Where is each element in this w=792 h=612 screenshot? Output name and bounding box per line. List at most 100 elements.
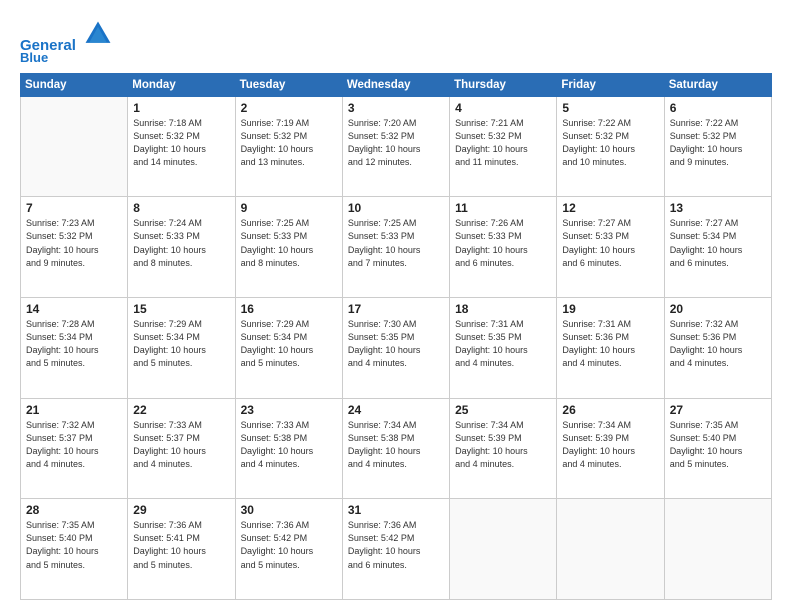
calendar-cell: 7 Sunrise: 7:23 AMSunset: 5:32 PMDaylight… bbox=[21, 197, 128, 298]
calendar-cell: 14Sunrise: 7:28 AMSunset: 5:34 PMDayligh… bbox=[21, 298, 128, 399]
day-info: Sunrise: 7:29 AMSunset: 5:34 PMDaylight:… bbox=[241, 318, 337, 370]
calendar-cell: 15 Sunrise: 7:29 AMSunset: 5:34 PMDayligh… bbox=[128, 298, 235, 399]
day-info: Sunrise: 7:25 AMSunset: 5:33 PMDaylight:… bbox=[348, 217, 444, 269]
calendar-cell: 11Sunrise: 7:26 AMSunset: 5:33 PMDayligh… bbox=[450, 197, 557, 298]
day-number: 24 bbox=[348, 403, 444, 417]
calendar-cell: 29 Sunrise: 7:36 AMSunset: 5:41 PMDayligh… bbox=[128, 499, 235, 600]
day-info: Sunrise: 7:26 AMSunset: 5:33 PMDaylight:… bbox=[455, 217, 551, 269]
page: General Blue SundayMondayTuesdayWednesda… bbox=[0, 0, 792, 612]
calendar-cell: 20 Sunrise: 7:32 AMSunset: 5:36 PMDayligh… bbox=[664, 298, 771, 399]
day-number: 13 bbox=[670, 201, 766, 215]
day-info: Sunrise: 7:22 AMSunset: 5:32 PMDaylight:… bbox=[562, 117, 658, 169]
day-info: Sunrise: 7:31 AMSunset: 5:35 PMDaylight:… bbox=[455, 318, 551, 370]
day-number: 9 bbox=[241, 201, 337, 215]
calendar-cell: 24 Sunrise: 7:34 AMSunset: 5:38 PMDayligh… bbox=[342, 398, 449, 499]
day-number: 2 bbox=[241, 101, 337, 115]
calendar-cell: 27 Sunrise: 7:35 AMSunset: 5:40 PMDayligh… bbox=[664, 398, 771, 499]
header: General Blue bbox=[20, 18, 772, 65]
calendar-cell: 23 Sunrise: 7:33 AMSunset: 5:38 PMDayligh… bbox=[235, 398, 342, 499]
day-number: 27 bbox=[670, 403, 766, 417]
day-number: 8 bbox=[133, 201, 229, 215]
day-number: 28 bbox=[26, 503, 122, 517]
calendar-week-row: 21Sunrise: 7:32 AMSunset: 5:37 PMDayligh… bbox=[21, 398, 772, 499]
calendar-cell: 28 Sunrise: 7:35 AMSunset: 5:40 PMDayligh… bbox=[21, 499, 128, 600]
calendar-cell: 25 Sunrise: 7:34 AMSunset: 5:39 PMDayligh… bbox=[450, 398, 557, 499]
calendar-cell: 16 Sunrise: 7:29 AMSunset: 5:34 PMDayligh… bbox=[235, 298, 342, 399]
calendar-cell: 1 Sunrise: 7:18 AMSunset: 5:32 PMDaylight… bbox=[128, 96, 235, 197]
calendar-cell: 30Sunrise: 7:36 AMSunset: 5:42 PMDayligh… bbox=[235, 499, 342, 600]
day-number: 16 bbox=[241, 302, 337, 316]
calendar-cell: 4Sunrise: 7:21 AMSunset: 5:32 PMDaylight… bbox=[450, 96, 557, 197]
day-number: 3 bbox=[348, 101, 444, 115]
day-info: Sunrise: 7:34 AMSunset: 5:39 PMDaylight:… bbox=[562, 419, 658, 471]
day-info: Sunrise: 7:35 AMSunset: 5:40 PMDaylight:… bbox=[26, 519, 122, 571]
calendar-cell: 26 Sunrise: 7:34 AMSunset: 5:39 PMDayligh… bbox=[557, 398, 664, 499]
day-info: Sunrise: 7:33 AMSunset: 5:38 PMDaylight:… bbox=[241, 419, 337, 471]
day-info: Sunrise: 7:34 AMSunset: 5:39 PMDaylight:… bbox=[455, 419, 551, 471]
weekday-header-sunday: Sunday bbox=[21, 73, 128, 96]
calendar-cell bbox=[557, 499, 664, 600]
calendar-cell: 9 Sunrise: 7:25 AMSunset: 5:33 PMDaylight… bbox=[235, 197, 342, 298]
day-number: 5 bbox=[562, 101, 658, 115]
day-number: 6 bbox=[670, 101, 766, 115]
day-number: 25 bbox=[455, 403, 551, 417]
calendar-week-row: 14Sunrise: 7:28 AMSunset: 5:34 PMDayligh… bbox=[21, 298, 772, 399]
day-info: Sunrise: 7:32 AMSunset: 5:37 PMDaylight:… bbox=[26, 419, 122, 471]
day-info: Sunrise: 7:19 AMSunset: 5:32 PMDaylight:… bbox=[241, 117, 337, 169]
day-number: 30 bbox=[241, 503, 337, 517]
weekday-header-friday: Friday bbox=[557, 73, 664, 96]
calendar-cell: 12 Sunrise: 7:27 AMSunset: 5:33 PMDayligh… bbox=[557, 197, 664, 298]
calendar-cell: 31Sunrise: 7:36 AMSunset: 5:42 PMDayligh… bbox=[342, 499, 449, 600]
day-number: 1 bbox=[133, 101, 229, 115]
day-number: 23 bbox=[241, 403, 337, 417]
day-number: 31 bbox=[348, 503, 444, 517]
calendar-week-row: 28 Sunrise: 7:35 AMSunset: 5:40 PMDayligh… bbox=[21, 499, 772, 600]
day-info: Sunrise: 7:33 AMSunset: 5:37 PMDaylight:… bbox=[133, 419, 229, 471]
day-number: 29 bbox=[133, 503, 229, 517]
day-info: Sunrise: 7:32 AMSunset: 5:36 PMDaylight:… bbox=[670, 318, 766, 370]
calendar-week-row: 1 Sunrise: 7:18 AMSunset: 5:32 PMDaylight… bbox=[21, 96, 772, 197]
day-number: 19 bbox=[562, 302, 658, 316]
calendar-cell: 17Sunrise: 7:30 AMSunset: 5:35 PMDayligh… bbox=[342, 298, 449, 399]
weekday-header-saturday: Saturday bbox=[664, 73, 771, 96]
day-info: Sunrise: 7:27 AMSunset: 5:33 PMDaylight:… bbox=[562, 217, 658, 269]
day-info: Sunrise: 7:25 AMSunset: 5:33 PMDaylight:… bbox=[241, 217, 337, 269]
calendar-cell: 8 Sunrise: 7:24 AMSunset: 5:33 PMDaylight… bbox=[128, 197, 235, 298]
calendar-cell bbox=[450, 499, 557, 600]
day-info: Sunrise: 7:23 AMSunset: 5:32 PMDaylight:… bbox=[26, 217, 122, 269]
day-info: Sunrise: 7:27 AMSunset: 5:34 PMDaylight:… bbox=[670, 217, 766, 269]
calendar-week-row: 7 Sunrise: 7:23 AMSunset: 5:32 PMDaylight… bbox=[21, 197, 772, 298]
calendar-cell: 19Sunrise: 7:31 AMSunset: 5:36 PMDayligh… bbox=[557, 298, 664, 399]
day-info: Sunrise: 7:18 AMSunset: 5:32 PMDaylight:… bbox=[133, 117, 229, 169]
calendar-cell: 6 Sunrise: 7:22 AMSunset: 5:32 PMDaylight… bbox=[664, 96, 771, 197]
calendar-cell: 10 Sunrise: 7:25 AMSunset: 5:33 PMDayligh… bbox=[342, 197, 449, 298]
calendar-cell bbox=[664, 499, 771, 600]
calendar-header-row: SundayMondayTuesdayWednesdayThursdayFrid… bbox=[21, 73, 772, 96]
calendar-cell: 22Sunrise: 7:33 AMSunset: 5:37 PMDayligh… bbox=[128, 398, 235, 499]
calendar-cell: 13 Sunrise: 7:27 AMSunset: 5:34 PMDayligh… bbox=[664, 197, 771, 298]
day-info: Sunrise: 7:20 AMSunset: 5:32 PMDaylight:… bbox=[348, 117, 444, 169]
day-number: 12 bbox=[562, 201, 658, 215]
day-info: Sunrise: 7:34 AMSunset: 5:38 PMDaylight:… bbox=[348, 419, 444, 471]
day-number: 20 bbox=[670, 302, 766, 316]
logo: General Blue bbox=[20, 18, 114, 65]
day-info: Sunrise: 7:24 AMSunset: 5:33 PMDaylight:… bbox=[133, 217, 229, 269]
day-info: Sunrise: 7:36 AMSunset: 5:41 PMDaylight:… bbox=[133, 519, 229, 571]
day-number: 10 bbox=[348, 201, 444, 215]
weekday-header-monday: Monday bbox=[128, 73, 235, 96]
day-info: Sunrise: 7:30 AMSunset: 5:35 PMDaylight:… bbox=[348, 318, 444, 370]
weekday-header-tuesday: Tuesday bbox=[235, 73, 342, 96]
calendar-cell: 3 Sunrise: 7:20 AMSunset: 5:32 PMDaylight… bbox=[342, 96, 449, 197]
day-number: 26 bbox=[562, 403, 658, 417]
logo-icon bbox=[82, 18, 114, 50]
calendar: SundayMondayTuesdayWednesdayThursdayFrid… bbox=[20, 73, 772, 600]
day-info: Sunrise: 7:29 AMSunset: 5:34 PMDaylight:… bbox=[133, 318, 229, 370]
day-info: Sunrise: 7:35 AMSunset: 5:40 PMDaylight:… bbox=[670, 419, 766, 471]
day-number: 14 bbox=[26, 302, 122, 316]
day-number: 4 bbox=[455, 101, 551, 115]
day-info: Sunrise: 7:22 AMSunset: 5:32 PMDaylight:… bbox=[670, 117, 766, 169]
calendar-cell: 21Sunrise: 7:32 AMSunset: 5:37 PMDayligh… bbox=[21, 398, 128, 499]
day-number: 15 bbox=[133, 302, 229, 316]
calendar-cell: 2 Sunrise: 7:19 AMSunset: 5:32 PMDaylight… bbox=[235, 96, 342, 197]
day-number: 7 bbox=[26, 201, 122, 215]
